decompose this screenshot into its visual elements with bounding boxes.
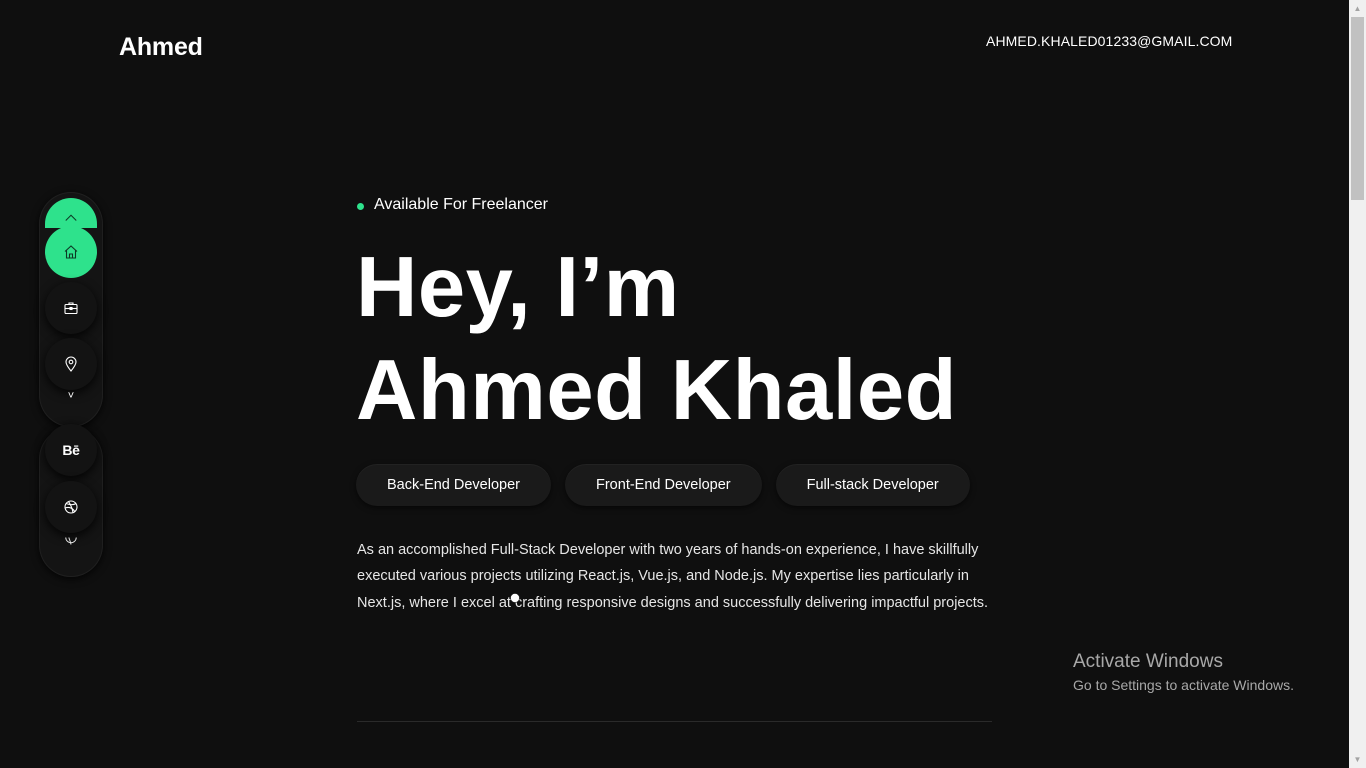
hero-heading-line2: Ahmed Khaled (356, 343, 958, 438)
portfolio-page: Ahmed AHMED.KHALED01233@GMAIL.COM ˅ Bē A… (0, 0, 1366, 768)
brand-logo[interactable]: Ahmed (119, 33, 203, 62)
availability-text: Available For Freelancer (374, 196, 549, 213)
home-icon (64, 245, 78, 259)
role-chip-frontend[interactable]: Front-End Developer (565, 464, 762, 506)
dribbble-button[interactable] (45, 481, 97, 533)
home-icon-ghost (45, 198, 97, 228)
side-nav-social-group: Bē (39, 424, 103, 577)
side-nav-main-group: ˅ (39, 192, 103, 427)
location-pin-icon (65, 356, 77, 372)
watermark-title: Activate Windows (1073, 651, 1223, 672)
dribbble-icon-ghost (39, 532, 103, 550)
cursor-icon (510, 593, 520, 603)
dribbble-icon (64, 500, 78, 514)
email-link[interactable]: AHMED.KHALED01233@GMAIL.COM (986, 33, 1232, 49)
nav-home-button[interactable] (45, 226, 97, 278)
role-chips: Back-End Developer Front-End Developer F… (356, 464, 970, 506)
hero-heading: Hey, I’m Ahmed Khaled (356, 236, 957, 442)
bio-paragraph: As an accomplished Full-Stack Developer … (357, 542, 989, 611)
hero-heading-line1: Hey, I’m (356, 240, 680, 335)
behance-icon: Bē (62, 442, 80, 458)
nav-location-button[interactable] (45, 338, 97, 390)
briefcase-icon (64, 302, 78, 315)
page-scrollbar[interactable]: ▲ ▼ (1349, 0, 1366, 768)
windows-activation-watermark: Activate Windows Go to Settings to activ… (1073, 651, 1294, 695)
availability-status: Available For Freelancer (357, 196, 548, 214)
role-chip-fullstack[interactable]: Full-stack Developer (775, 464, 970, 506)
status-dot-icon (357, 202, 364, 210)
nav-work-button[interactable] (45, 282, 97, 334)
chevron-down-icon[interactable]: ˅ (39, 390, 103, 402)
role-chip-backend[interactable]: Back-End Developer (356, 464, 551, 506)
section-divider (357, 721, 992, 722)
behance-button[interactable]: Bē (45, 424, 97, 476)
scroll-thumb[interactable] (1351, 17, 1364, 200)
scroll-down-arrow-icon[interactable]: ▼ (1349, 751, 1366, 768)
watermark-subtitle: Go to Settings to activate Windows. (1073, 677, 1294, 693)
scroll-up-arrow-icon[interactable]: ▲ (1349, 0, 1366, 17)
